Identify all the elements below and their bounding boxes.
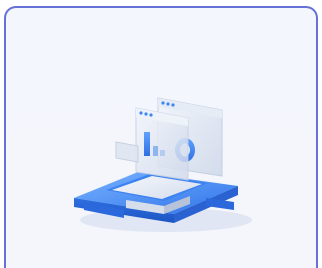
floating-glass-card bbox=[115, 141, 139, 163]
front-window-panel bbox=[135, 107, 189, 181]
illustration-card bbox=[4, 6, 318, 268]
dashboard-platform-illustration bbox=[66, 90, 266, 240]
